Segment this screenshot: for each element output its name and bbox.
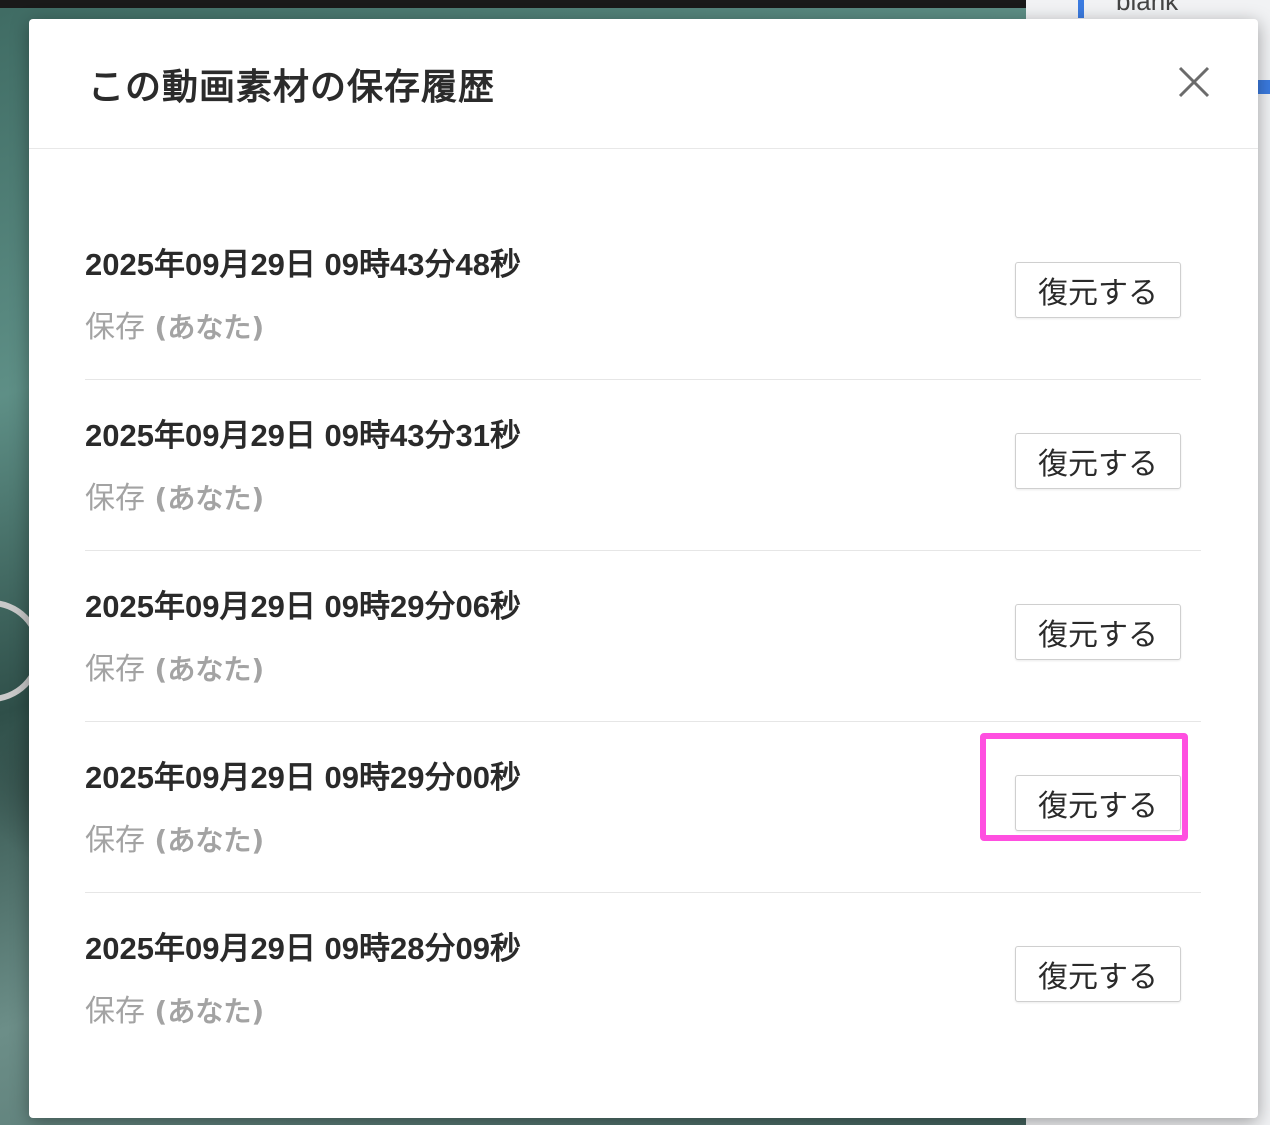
restore-button[interactable]: 復元する xyxy=(1015,262,1181,318)
history-user: (あなた) xyxy=(154,311,265,344)
history-row: 2025年09月29日 09時29分00秒 保存 (あなた) 復元する xyxy=(85,722,1201,893)
history-meta: 保存 (あなた) xyxy=(85,815,264,859)
restore-button[interactable]: 復元する xyxy=(1015,604,1181,660)
history-list: 2025年09月29日 09時43分48秒 保存 (あなた) 復元する 2025… xyxy=(85,209,1201,1063)
history-action: 保存 xyxy=(85,310,145,345)
history-user: (あなた) xyxy=(154,824,265,857)
history-timestamp: 2025年09月29日 09時43分48秒 xyxy=(85,247,521,282)
history-action: 保存 xyxy=(85,652,145,687)
background-blue-marker xyxy=(1258,80,1270,94)
background-partial-text: blank xyxy=(1116,0,1179,16)
history-row: 2025年09月29日 09時43分31秒 保存 (あなた) 復元する xyxy=(85,380,1201,551)
history-timestamp: 2025年09月29日 09時29分06秒 xyxy=(85,589,521,624)
history-meta: 保存 (あなた) xyxy=(85,473,264,517)
dialog-header: この動画素材の保存履歴 xyxy=(29,19,1258,149)
history-meta: 保存 (あなた) xyxy=(85,302,264,346)
history-user: (あなた) xyxy=(154,995,265,1028)
history-timestamp: 2025年09月29日 09時43分31秒 xyxy=(85,418,521,453)
history-action: 保存 xyxy=(85,823,145,858)
history-row: 2025年09月29日 09時29分06秒 保存 (あなた) 復元する xyxy=(85,551,1201,722)
history-timestamp: 2025年09月29日 09時28分09秒 xyxy=(85,931,521,966)
history-action: 保存 xyxy=(85,481,145,516)
dialog-title: この動画素材の保存履歴 xyxy=(88,67,496,108)
history-row: 2025年09月29日 09時43分48秒 保存 (あなた) 復元する xyxy=(85,209,1201,380)
history-user: (あなた) xyxy=(154,482,265,515)
history-action: 保存 xyxy=(85,994,145,1029)
history-meta: 保存 (あなた) xyxy=(85,644,264,688)
save-history-dialog: この動画素材の保存履歴 2025年09月29日 09時43分48秒 保存 (あな… xyxy=(29,19,1258,1118)
history-user: (あなた) xyxy=(154,653,265,686)
restore-button[interactable]: 復元する xyxy=(1015,433,1181,489)
history-timestamp: 2025年09月29日 09時29分00秒 xyxy=(85,760,521,795)
restore-button[interactable]: 復元する xyxy=(1015,775,1181,831)
history-meta: 保存 (あなた) xyxy=(85,986,264,1030)
history-row: 2025年09月29日 09時28分09秒 保存 (あなた) 復元する xyxy=(85,893,1201,1063)
background-accent-bar xyxy=(1078,0,1084,18)
restore-button[interactable]: 復元する xyxy=(1015,946,1181,1002)
background-top-strip xyxy=(0,0,1030,8)
close-icon xyxy=(1178,66,1210,98)
close-button[interactable] xyxy=(1175,63,1213,101)
